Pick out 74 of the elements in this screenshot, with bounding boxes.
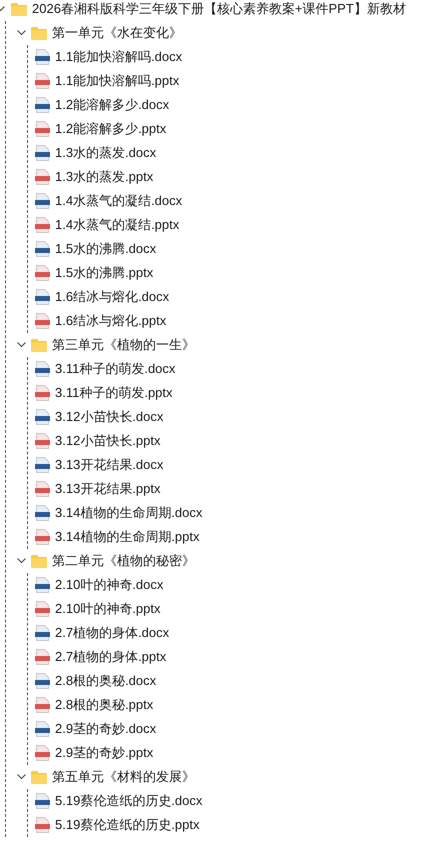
file-name[interactable]: 2.10叶的神奇.docx bbox=[55, 575, 164, 595]
document-icon bbox=[35, 649, 50, 665]
file-name[interactable]: 3.14植物的生命周期.docx bbox=[55, 503, 202, 523]
file-name[interactable]: 1.5水的沸腾.pptx bbox=[55, 263, 154, 283]
file-name[interactable]: 3.13开花结果.docx bbox=[55, 455, 164, 475]
folder-name[interactable]: 第二单元《植物的秘密》 bbox=[52, 551, 195, 571]
file-name[interactable]: 3.13开花结果.pptx bbox=[55, 479, 160, 499]
file-name[interactable]: 2.10叶的神奇.pptx bbox=[55, 599, 160, 619]
folder-name[interactable]: 第五单元《材料的发展》 bbox=[52, 767, 195, 787]
folder-name[interactable]: 第一单元《水在变化》 bbox=[52, 23, 182, 43]
document-icon bbox=[35, 745, 50, 761]
document-icon bbox=[35, 121, 50, 137]
file-name[interactable]: 2.8根的奥秘.pptx bbox=[55, 695, 154, 715]
file-name[interactable]: 1.4水蒸气的凝结.pptx bbox=[55, 215, 180, 235]
file-name[interactable]: 2.9茎的奇妙.docx bbox=[55, 719, 156, 739]
document-icon bbox=[35, 217, 50, 233]
file-name[interactable]: 3.12小苗快长.pptx bbox=[55, 431, 160, 451]
document-icon bbox=[35, 505, 50, 521]
file-name[interactable]: 1.4水蒸气的凝结.docx bbox=[55, 191, 182, 211]
document-icon bbox=[35, 385, 50, 401]
document-icon bbox=[35, 601, 50, 617]
folder-icon bbox=[31, 770, 47, 784]
document-icon bbox=[35, 697, 50, 713]
file-name[interactable]: 2.7植物的身体.docx bbox=[55, 623, 170, 643]
document-icon bbox=[35, 265, 50, 281]
file-name[interactable]: 1.1能加快溶解吗.docx bbox=[55, 47, 182, 67]
file-name[interactable]: 2.7植物的身体.pptx bbox=[55, 647, 166, 667]
file-name[interactable]: 2.9茎的奇妙.pptx bbox=[55, 743, 154, 763]
chevron-down-icon[interactable] bbox=[17, 30, 26, 36]
file-name[interactable]: 3.14植物的生命周期.pptx bbox=[55, 527, 200, 547]
chevron-down-icon[interactable] bbox=[17, 342, 26, 348]
document-icon bbox=[35, 457, 50, 473]
document-icon bbox=[35, 481, 50, 497]
folder-name[interactable]: 2026春湘科版科学三年级下册【核心素养教案+课件PPT】新教材 bbox=[32, 0, 406, 19]
document-icon bbox=[35, 49, 50, 65]
folder-icon bbox=[31, 554, 47, 568]
document-icon bbox=[35, 409, 50, 425]
folder-icon bbox=[31, 26, 47, 40]
file-name[interactable]: 1.5水的沸腾.docx bbox=[55, 239, 156, 259]
document-icon bbox=[35, 577, 50, 593]
document-icon bbox=[35, 241, 50, 257]
document-icon bbox=[35, 289, 50, 305]
file-name[interactable]: 1.2能溶解多少.pptx bbox=[55, 119, 166, 139]
document-icon bbox=[35, 145, 50, 161]
folder-icon bbox=[11, 2, 27, 16]
file-name[interactable]: 1.6结冰与熔化.docx bbox=[55, 287, 170, 307]
file-name[interactable]: 1.3水的蒸发.pptx bbox=[55, 167, 154, 187]
document-icon bbox=[35, 721, 50, 737]
file-name[interactable]: 1.6结冰与熔化.pptx bbox=[55, 311, 166, 331]
document-icon bbox=[35, 73, 50, 89]
file-name[interactable]: 5.19蔡伦造纸的历史.docx bbox=[55, 791, 202, 811]
document-icon bbox=[35, 313, 50, 329]
chevron-down-icon[interactable] bbox=[17, 774, 26, 780]
file-name[interactable]: 1.1能加快溶解吗.pptx bbox=[55, 71, 180, 91]
file-name[interactable]: 3.12小苗快长.docx bbox=[55, 407, 164, 427]
document-icon bbox=[35, 625, 50, 641]
document-icon bbox=[35, 97, 50, 113]
document-icon bbox=[35, 817, 50, 833]
chevron-down-icon[interactable] bbox=[17, 558, 26, 564]
document-icon bbox=[35, 193, 50, 209]
file-name[interactable]: 3.11种子的萌发.pptx bbox=[55, 383, 173, 403]
document-icon bbox=[35, 433, 50, 449]
file-name[interactable]: 5.19蔡伦造纸的历史.pptx bbox=[55, 815, 200, 835]
document-icon bbox=[35, 529, 50, 545]
document-icon bbox=[35, 793, 50, 809]
file-name[interactable]: 3.11种子的萌发.docx bbox=[55, 359, 176, 379]
folder-icon bbox=[31, 338, 47, 352]
document-icon bbox=[35, 361, 50, 377]
document-icon bbox=[35, 169, 50, 185]
file-name[interactable]: 1.3水的蒸发.docx bbox=[55, 143, 156, 163]
folder-name[interactable]: 第三单元《植物的一生》 bbox=[52, 335, 195, 355]
file-name[interactable]: 1.2能溶解多少.docx bbox=[55, 95, 170, 115]
file-name[interactable]: 2.8根的奥秘.docx bbox=[55, 671, 156, 691]
document-icon bbox=[35, 673, 50, 689]
